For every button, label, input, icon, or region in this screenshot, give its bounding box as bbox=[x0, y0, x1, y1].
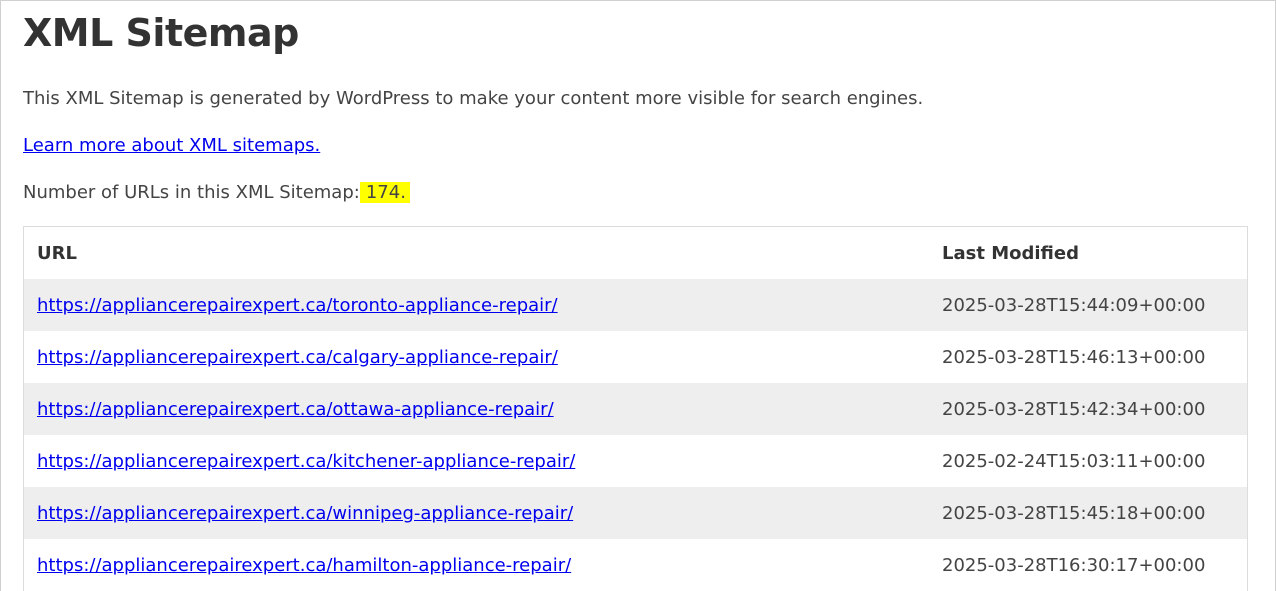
url-cell: https://appliancerepairexpert.ca/winnipe… bbox=[23, 487, 929, 539]
url-count-value: 174. bbox=[359, 182, 410, 203]
last-modified-cell: 2025-03-28T15:44:09+00:00 bbox=[929, 279, 1248, 331]
table-row: https://appliancerepairexpert.ca/hamilto… bbox=[24, 539, 1248, 591]
url-link[interactable]: https://appliancerepairexpert.ca/ottawa-… bbox=[37, 399, 554, 420]
url-link[interactable]: https://appliancerepairexpert.ca/kitchen… bbox=[37, 451, 575, 472]
url-link[interactable]: https://appliancerepairexpert.ca/winnipe… bbox=[37, 503, 573, 524]
column-header-last-modified[interactable]: Last Modified bbox=[929, 227, 1248, 280]
url-cell: https://appliancerepairexpert.ca/toronto… bbox=[23, 279, 929, 331]
learn-more-paragraph: Learn more about XML sitemaps. bbox=[23, 134, 320, 158]
url-cell: https://appliancerepairexpert.ca/ottawa-… bbox=[23, 383, 929, 435]
url-cell: https://appliancerepairexpert.ca/hamilto… bbox=[24, 539, 930, 591]
table-row: https://appliancerepairexpert.ca/ottawa-… bbox=[23, 383, 1248, 435]
table-header-row: URL Last Modified bbox=[24, 227, 1248, 280]
page-title: XML Sitemap bbox=[23, 11, 299, 55]
last-modified-cell: 2025-03-28T15:46:13+00:00 bbox=[942, 346, 1206, 368]
column-header-url[interactable]: URL bbox=[24, 227, 930, 280]
url-count: Number of URLs in this XML Sitemap: 174. bbox=[23, 181, 410, 205]
last-modified-cell: 2025-03-28T16:30:17+00:00 bbox=[942, 554, 1206, 576]
url-link[interactable]: https://appliancerepairexpert.ca/calgary… bbox=[37, 347, 558, 368]
url-link[interactable]: https://appliancerepairexpert.ca/hamilto… bbox=[37, 555, 571, 576]
sitemap-table: URL Last Modified https://appliancerepai… bbox=[23, 226, 1248, 591]
table-row: https://appliancerepairexpert.ca/calgary… bbox=[24, 331, 1248, 383]
url-count-label: Number of URLs in this XML Sitemap: bbox=[23, 182, 360, 203]
url-cell: https://appliancerepairexpert.ca/calgary… bbox=[24, 331, 930, 383]
learn-more-link[interactable]: Learn more about XML sitemaps. bbox=[23, 135, 320, 156]
last-modified-cell: 2025-02-24T15:03:11+00:00 bbox=[942, 450, 1206, 472]
table-row: https://appliancerepairexpert.ca/winnipe… bbox=[23, 487, 1248, 539]
sitemap-content: XML Sitemap This XML Sitemap is generate… bbox=[23, 0, 1248, 591]
last-modified-cell: 2025-03-28T15:45:18+00:00 bbox=[929, 487, 1248, 539]
last-modified-cell: 2025-03-28T15:42:34+00:00 bbox=[929, 383, 1248, 435]
url-cell: https://appliancerepairexpert.ca/kitchen… bbox=[24, 435, 930, 487]
url-link[interactable]: https://appliancerepairexpert.ca/toronto… bbox=[37, 295, 558, 316]
table-row: https://appliancerepairexpert.ca/toronto… bbox=[23, 279, 1248, 331]
sitemap-description: This XML Sitemap is generated by WordPre… bbox=[23, 88, 924, 109]
table-row: https://appliancerepairexpert.ca/kitchen… bbox=[24, 435, 1248, 487]
